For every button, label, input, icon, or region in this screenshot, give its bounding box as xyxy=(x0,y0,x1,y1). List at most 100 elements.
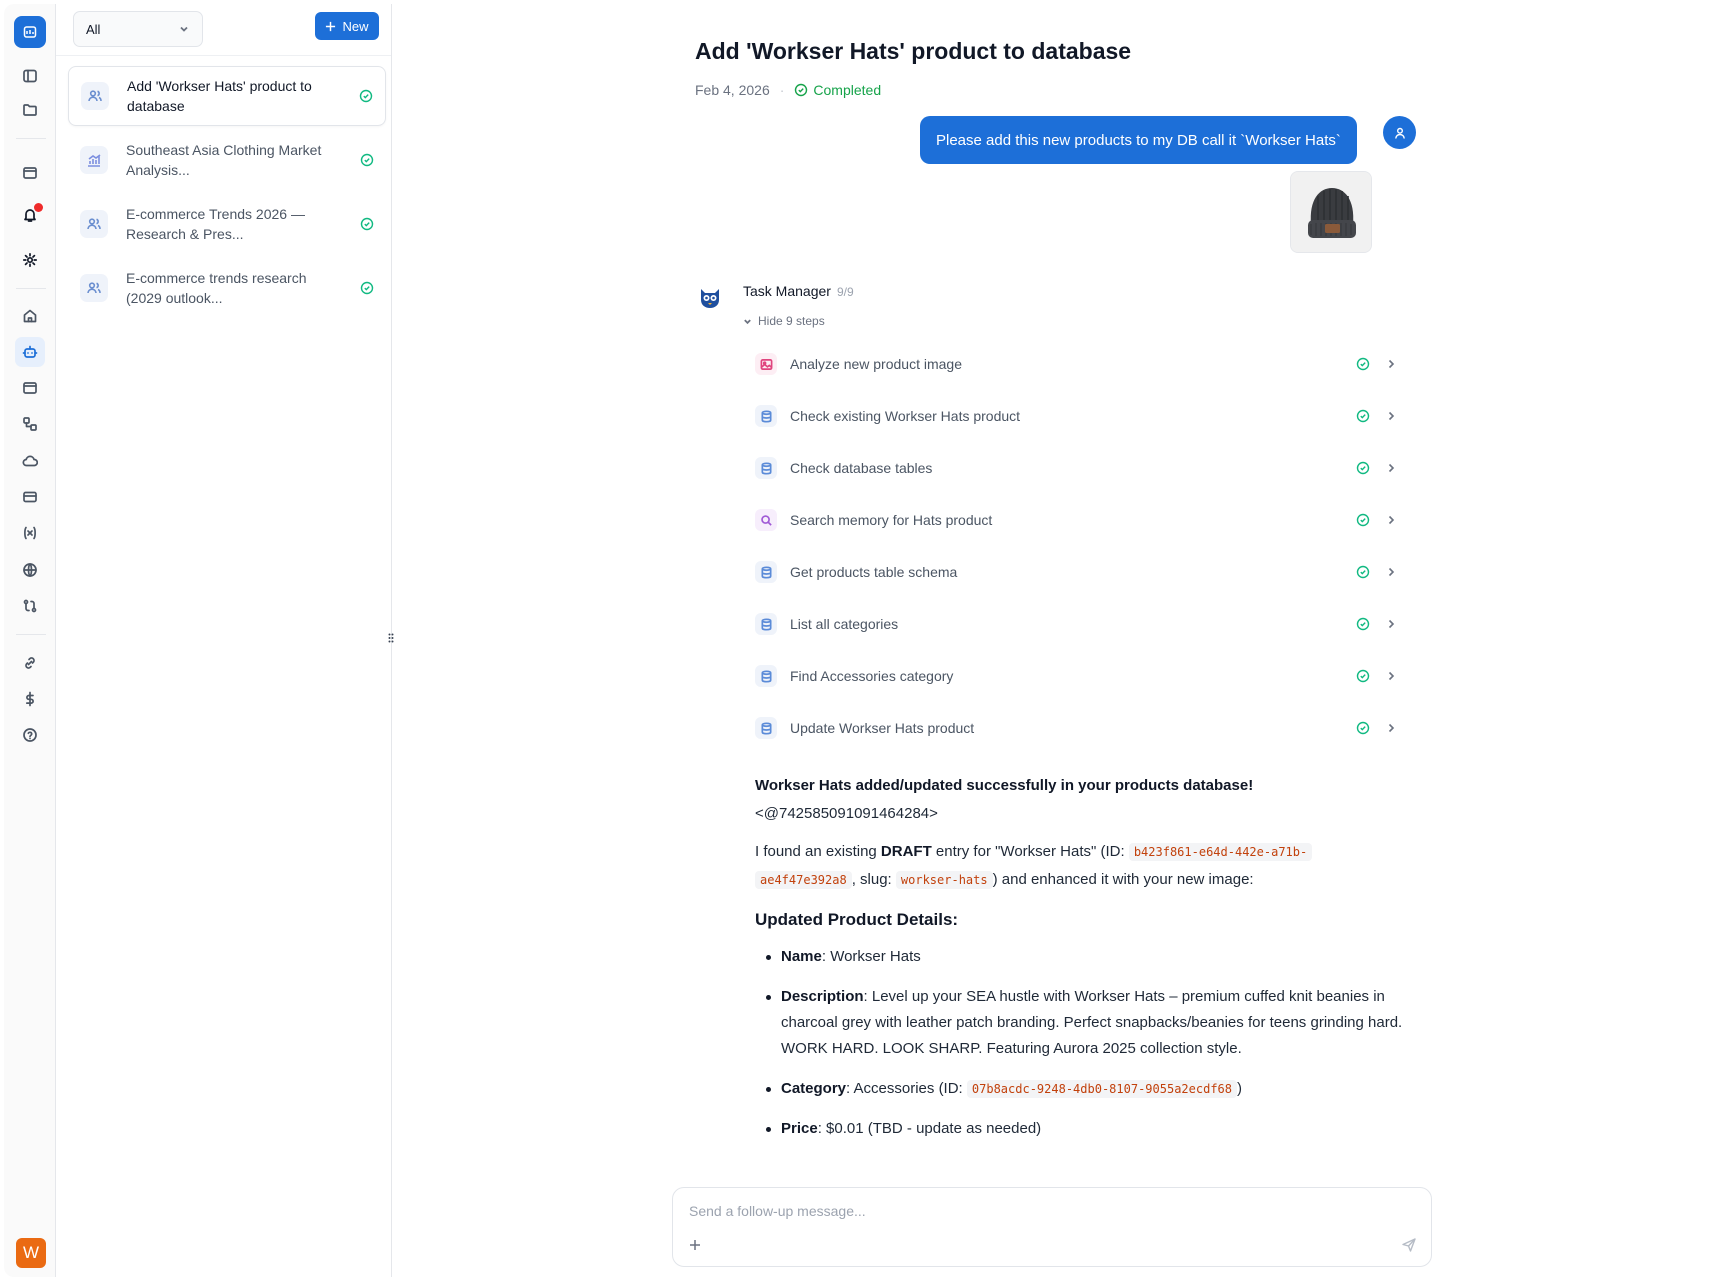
step-label: Analyze new product image xyxy=(790,356,962,372)
step-label: List all categories xyxy=(790,616,899,632)
task-item[interactable]: E-commerce Trends 2026 — Research & Pres.… xyxy=(68,194,386,254)
completed-check-icon xyxy=(1356,721,1370,735)
task-item[interactable]: E-commerce trends research (2029 outlook.… xyxy=(68,258,386,318)
completed-check-icon xyxy=(1356,669,1370,683)
task-list-panel: All New Add 'Workser Hats' product to dat… xyxy=(56,4,392,1277)
conversation-view: Add 'Workser Hats' product to database F… xyxy=(393,0,1710,1281)
bot-icon[interactable] xyxy=(15,337,45,367)
globe-icon[interactable] xyxy=(15,555,45,585)
window-icon[interactable] xyxy=(15,373,45,403)
details-list: Name: Workser Hats Description: Level up… xyxy=(755,944,1410,1142)
attach-plus-icon[interactable] xyxy=(687,1237,703,1253)
task-label: E-commerce trends research (2029 outlook.… xyxy=(126,270,307,306)
users-icon xyxy=(80,210,108,238)
completed-check-icon xyxy=(1356,513,1370,527)
bell-icon[interactable] xyxy=(15,200,45,230)
task-manager-avatar-icon xyxy=(701,289,719,308)
filter-select-value: All xyxy=(86,21,101,37)
agent-response: Workser Hats added/updated successfully … xyxy=(755,772,1410,1156)
help-icon[interactable] xyxy=(15,720,45,750)
task-label: E-commerce Trends 2026 — Research & Pres.… xyxy=(126,206,305,242)
user-message: Please add this new products to my DB ca… xyxy=(920,116,1357,164)
search-icon xyxy=(755,509,777,531)
chart-icon xyxy=(80,146,108,174)
page-title: Add 'Workser Hats' product to database xyxy=(695,38,1132,64)
step-count: 9/9 xyxy=(836,285,854,299)
completed-check-icon xyxy=(1356,409,1370,423)
completed-check-icon xyxy=(359,89,373,103)
step-label: Check database tables xyxy=(790,460,933,476)
step-row[interactable]: List all categories xyxy=(755,604,1407,644)
completed-check-icon xyxy=(1356,617,1370,631)
completed-check-icon xyxy=(1356,565,1370,579)
hide-steps-toggle[interactable]: Hide 9 steps xyxy=(743,314,825,328)
workflow-icon[interactable] xyxy=(15,409,45,439)
completed-check-icon xyxy=(795,83,808,97)
chevron-right-icon[interactable] xyxy=(1385,514,1397,526)
step-row[interactable]: Search memory for Hats product xyxy=(755,500,1407,540)
list-item: Description: Level up your SEA hustle wi… xyxy=(755,984,1410,1062)
send-icon[interactable] xyxy=(1401,1237,1417,1253)
new-task-button[interactable]: New xyxy=(315,12,379,40)
chevron-right-icon[interactable] xyxy=(1385,358,1397,370)
database-icon xyxy=(755,717,777,739)
slug-code: workser-hats xyxy=(895,871,993,889)
details-heading: Updated Product Details: xyxy=(755,910,959,929)
completed-check-icon xyxy=(360,281,374,295)
task-label: Add 'Workser Hats' product to database xyxy=(127,78,312,114)
browser-icon[interactable] xyxy=(15,158,45,188)
chevron-right-icon[interactable] xyxy=(1385,566,1397,578)
step-row[interactable]: Analyze new product image xyxy=(755,344,1407,384)
step-row[interactable]: Check existing Workser Hats product xyxy=(755,396,1407,436)
user-mention: <@742585091091464284> xyxy=(755,805,938,822)
step-row[interactable]: Get products table schema xyxy=(755,552,1407,592)
chevron-right-icon[interactable] xyxy=(1385,462,1397,474)
step-label: Check existing Workser Hats product xyxy=(790,408,1021,424)
step-label: Find Accessories category xyxy=(790,668,954,684)
task-date: Feb 4, 2026 xyxy=(695,82,770,98)
follow-up-composer xyxy=(672,1187,1432,1267)
user-avatar-w[interactable]: W xyxy=(16,1238,46,1268)
filter-select[interactable]: All xyxy=(73,11,203,47)
dollar-icon[interactable] xyxy=(15,684,45,714)
chevron-down-icon xyxy=(180,26,188,32)
step-row[interactable]: Find Accessories category xyxy=(755,656,1407,696)
task-label: Southeast Asia Clothing Market Analysis..… xyxy=(126,142,322,178)
list-item: Price: $0.01 (TBD - update as needed) xyxy=(755,1116,1410,1142)
completed-check-icon xyxy=(360,217,374,231)
task-item[interactable]: Add 'Workser Hats' product to database xyxy=(68,66,386,126)
follow-up-input[interactable] xyxy=(689,1200,1389,1222)
chevron-right-icon[interactable] xyxy=(1385,618,1397,630)
list-item: Name: Workser Hats xyxy=(755,944,1410,970)
step-label: Get products table schema xyxy=(790,564,958,580)
category-id-code: 07b8acdc-9248-4db0-8107-9055a2ecdf68 xyxy=(966,1080,1237,1098)
sidebar-toggle-icon[interactable] xyxy=(15,61,45,91)
home-icon[interactable] xyxy=(15,301,45,331)
completed-check-icon xyxy=(1356,461,1370,475)
notification-dot xyxy=(34,203,43,212)
folder-icon[interactable] xyxy=(15,95,45,125)
link-icon[interactable] xyxy=(15,648,45,678)
chevron-right-icon[interactable] xyxy=(1385,670,1397,682)
cloud-icon[interactable] xyxy=(15,446,45,476)
product-image-thumbnail[interactable] xyxy=(1290,171,1372,253)
step-row[interactable]: Check database tables xyxy=(755,448,1407,488)
logo-icon[interactable] xyxy=(14,16,46,48)
users-icon xyxy=(81,82,109,110)
new-task-label: New xyxy=(342,18,369,34)
list-item: Category: Accessories (ID: 07b8acdc-9248… xyxy=(755,1076,1410,1102)
image-icon xyxy=(755,353,777,375)
step-label: Update Workser Hats product xyxy=(790,720,975,736)
chevron-right-icon[interactable] xyxy=(1385,722,1397,734)
chevron-right-icon[interactable] xyxy=(1385,410,1397,422)
card-icon[interactable] xyxy=(15,482,45,512)
settings-icon[interactable] xyxy=(15,245,45,275)
app-rail: W xyxy=(4,4,56,1277)
variable-icon[interactable] xyxy=(15,518,45,548)
step-row[interactable]: Update Workser Hats product xyxy=(755,708,1407,748)
task-item[interactable]: Southeast Asia Clothing Market Analysis..… xyxy=(68,130,386,190)
database-icon xyxy=(755,561,777,583)
completed-check-icon xyxy=(1356,357,1370,371)
user-avatar-icon xyxy=(1383,116,1416,149)
route-icon[interactable] xyxy=(15,591,45,621)
